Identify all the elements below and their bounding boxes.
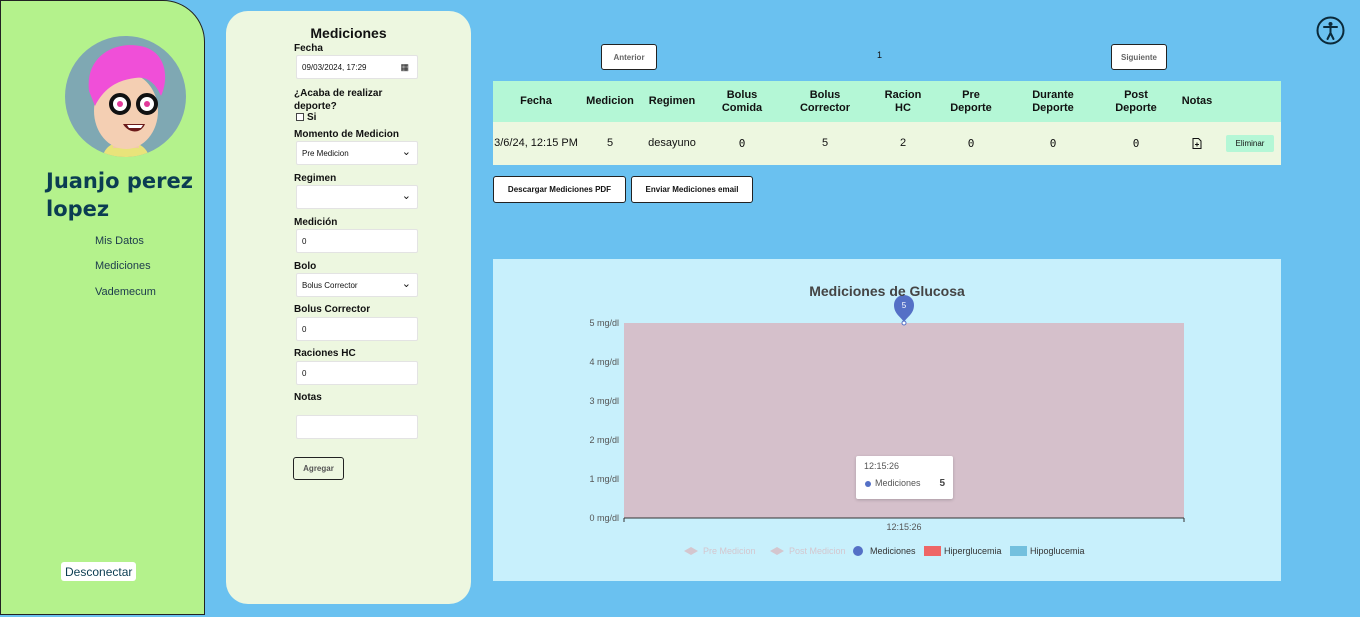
glucose-chart: 0 mg/dl 1 mg/dl 2 mg/dl 3 mg/dl 4 mg/dl 5 mg/… xyxy=(493,259,1281,581)
raciones-value: 0 xyxy=(302,368,307,378)
cell-regimen: desayuno xyxy=(648,137,696,149)
y-tick-label: 0 mg/dl xyxy=(589,513,619,523)
bolus-corrector-input[interactable]: 0 xyxy=(296,317,418,341)
momento-select[interactable]: Pre Medicion xyxy=(296,141,418,165)
agregar-button[interactable]: Agregar xyxy=(293,457,344,480)
bolus-corrector-value: 0 xyxy=(302,324,307,334)
prev-page-button[interactable]: Anterior xyxy=(601,44,657,70)
nav-item-mis-datos[interactable]: Mis Datos xyxy=(95,235,144,247)
nav-item-vademecum[interactable]: Vademecum xyxy=(95,286,156,298)
bolo-label: Bolo xyxy=(294,261,317,272)
y-tick-label: 3 mg/dl xyxy=(589,396,619,406)
calendar-icon[interactable]: ▦ xyxy=(400,62,409,73)
medicion-value: 0 xyxy=(302,236,307,246)
next-page-button[interactable]: Siguiente xyxy=(1111,44,1167,70)
chart-tooltip: 12:15:26 Mediciones 5 xyxy=(856,456,953,499)
fecha-input[interactable]: 09/03/2024, 17:29 ▦ xyxy=(296,55,418,79)
medicion-label: Medición xyxy=(294,217,338,228)
col-regimen: Regimen xyxy=(648,95,696,107)
legend-marker xyxy=(924,546,941,556)
cell-medicion: 5 xyxy=(606,137,614,149)
eliminar-button[interactable]: Eliminar xyxy=(1226,135,1274,152)
avatar xyxy=(65,36,186,157)
deporte-checkbox[interactable] xyxy=(296,113,304,121)
cell-fecha: 3/6/24, 12:15 PM xyxy=(494,137,578,149)
y-tick-label: 1 mg/dl xyxy=(589,474,619,484)
logout-button[interactable]: Desconectar xyxy=(61,562,137,581)
tooltip-dot-icon xyxy=(865,481,871,487)
legend-marker xyxy=(684,547,698,555)
col-pre-deporte: Pre Deporte xyxy=(950,88,992,114)
tooltip-value: 5 xyxy=(939,478,945,489)
table-row: 3/6/24, 12:15 PM 5 desayuno 0 5 2 0 0 0 … xyxy=(493,122,1281,165)
nav-item-mediciones[interactable]: Mediciones xyxy=(95,260,151,272)
note-add-icon[interactable] xyxy=(1177,122,1217,165)
legend-label: Pre Medicion xyxy=(703,546,756,556)
sidebar: Juanjo perez lopez Mis Datos Mediciones … xyxy=(0,0,205,615)
deporte-label: ¿Acaba de realizar deporte? xyxy=(294,88,383,112)
regimen-label: Regimen xyxy=(294,173,337,184)
accessibility-icon[interactable] xyxy=(1316,16,1345,45)
legend-marker xyxy=(853,546,863,556)
col-durante-deporte: Durante Deporte xyxy=(1032,88,1074,114)
col-bolus-corrector: Bolus Corrector xyxy=(799,88,851,114)
bolo-select[interactable]: Bolus Corrector xyxy=(296,273,418,297)
momento-value: Pre Medicion xyxy=(302,148,349,158)
bolus-corrector-label: Bolus Corrector xyxy=(294,304,371,315)
notas-label: Notas xyxy=(294,392,322,403)
download-pdf-button[interactable]: Descargar Mediciones PDF xyxy=(493,176,626,203)
cell-racion-hc: 2 xyxy=(899,137,907,149)
y-tick-label: 5 mg/dl xyxy=(589,318,619,328)
send-email-button[interactable]: Enviar Mediciones email xyxy=(631,176,753,203)
momento-label: Momento de Medicion xyxy=(294,129,399,140)
form-title: Mediciones xyxy=(310,25,387,41)
x-tick-label: 12:15:26 xyxy=(886,522,921,532)
measurements-table: Fecha Medicion Regimen Bolus Comida Bolu… xyxy=(493,81,1281,165)
y-tick-label: 2 mg/dl xyxy=(589,435,619,445)
si-label: Si xyxy=(307,112,317,123)
chart-canvas: 0 mg/dl 1 mg/dl 2 mg/dl 3 mg/dl 4 mg/dl 5 mg/… xyxy=(589,295,1185,556)
tooltip-time: 12:15:26 xyxy=(864,461,900,471)
legend-marker xyxy=(1010,546,1027,556)
col-fecha: Fecha xyxy=(520,95,552,107)
fecha-value: 09/03/2024, 17:29 xyxy=(302,62,367,72)
legend-marker xyxy=(770,547,784,555)
cell-pre-deporte: 0 xyxy=(967,137,975,150)
bolo-value: Bolus Corrector xyxy=(302,280,358,290)
page-number: 1 xyxy=(877,50,883,60)
user-name: Juanjo perez lopez xyxy=(46,169,193,221)
col-notas: Notas xyxy=(1181,95,1213,107)
chart-title: Mediciones de Glucosa xyxy=(809,283,965,299)
cell-post-deporte: 0 xyxy=(1132,137,1140,150)
notas-input[interactable] xyxy=(296,415,418,439)
legend-label: Hipoglucemia xyxy=(1030,546,1085,556)
col-racion-hc: Racion HC xyxy=(884,88,922,114)
raciones-label: Raciones HC xyxy=(294,348,356,359)
cell-bolus-corrector: 5 xyxy=(821,137,829,149)
cell-durante-deporte: 0 xyxy=(1049,137,1057,150)
cell-bolus-comida: 0 xyxy=(738,137,746,150)
data-label: 5 xyxy=(902,301,907,310)
col-post-deporte: Post Deporte xyxy=(1115,88,1157,114)
y-tick-label: 4 mg/dl xyxy=(589,357,619,367)
legend-label: Hiperglucemia xyxy=(944,546,1002,556)
raciones-input[interactable]: 0 xyxy=(296,361,418,385)
regimen-select[interactable] xyxy=(296,185,418,209)
col-bolus-comida: Bolus Comida xyxy=(721,88,763,114)
measurement-form: Mediciones Fecha 09/03/2024, 17:29 ▦ ¿Ac… xyxy=(226,11,471,604)
legend-label: Post Medicion xyxy=(789,546,846,556)
medicion-input[interactable]: 0 xyxy=(296,229,418,253)
legend-label: Mediciones xyxy=(870,546,916,556)
fecha-label: Fecha xyxy=(294,43,323,54)
col-medicion: Medicion xyxy=(586,95,634,107)
table-header: Fecha Medicion Regimen Bolus Comida Bolu… xyxy=(493,81,1281,122)
tooltip-series: Mediciones xyxy=(875,478,921,488)
